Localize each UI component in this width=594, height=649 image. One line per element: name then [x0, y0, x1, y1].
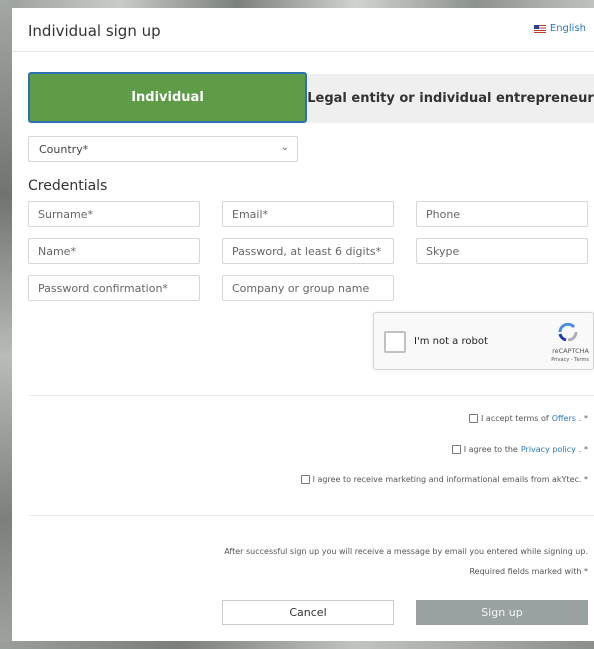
tab-legal-entity[interactable]: Legal entity or individual entrepreneur [307, 74, 594, 123]
background-top [0, 0, 594, 8]
language-selector[interactable]: English [533, 23, 586, 34]
recaptcha-logo-icon [558, 323, 578, 341]
signup-button[interactable]: Sign up [416, 600, 588, 625]
privacy-agreement: I agree to the Privacy policy. * [451, 445, 588, 454]
marketing-checkbox[interactable] [300, 475, 310, 484]
offers-checkbox[interactable] [469, 414, 479, 423]
email-input[interactable] [222, 201, 394, 227]
marketing-agreement: I agree to receive marketing and informa… [300, 475, 588, 484]
divider [28, 515, 594, 516]
chevron-down-icon: ⌄ [280, 142, 289, 153]
credentials-heading: Credentials [28, 178, 108, 194]
country-select[interactable]: Country* ⌄ [28, 136, 298, 162]
recaptcha-brand: reCAPTCHA [552, 347, 589, 355]
privacy-link[interactable]: Privacy policy [521, 445, 576, 454]
privacy-checkbox[interactable] [451, 445, 461, 454]
required-fields-note: Required fields marked with * [469, 567, 588, 576]
skype-input[interactable] [416, 238, 588, 264]
surname-input[interactable] [28, 201, 200, 227]
background-bottom [0, 641, 594, 649]
recaptcha-checkbox[interactable] [384, 331, 406, 353]
privacy-suffix: . * [578, 445, 588, 454]
signup-modal: Individual sign up English Individual Le… [12, 8, 594, 641]
password-confirmation-input[interactable] [28, 275, 200, 301]
signup-info-message: After successful sign up you will receiv… [224, 547, 588, 556]
offers-agreement: I accept terms of Offers. * [469, 414, 588, 423]
offers-prefix: I accept terms of [481, 414, 549, 423]
modal-title: Individual sign up [28, 22, 161, 40]
divider [28, 395, 594, 396]
tab-individual[interactable]: Individual [28, 72, 307, 123]
recaptcha-terms[interactable]: Privacy - Terms [551, 357, 589, 363]
background-left [0, 0, 12, 649]
modal-header: Individual sign up English [12, 8, 594, 52]
name-input[interactable] [28, 238, 200, 264]
offers-link[interactable]: Offers [552, 414, 576, 423]
language-label: English [549, 23, 586, 34]
recaptcha-label: I'm not a robot [414, 336, 488, 347]
country-select-value: Country* [39, 143, 89, 156]
offers-suffix: . * [578, 414, 588, 423]
us-flag-icon [533, 24, 546, 33]
phone-input[interactable] [416, 201, 588, 227]
password-input[interactable] [222, 238, 394, 264]
recaptcha-widget: I'm not a robot reCAPTCHA Privacy - Term… [373, 312, 594, 370]
cancel-button[interactable]: Cancel [222, 600, 394, 625]
account-type-tabs: Individual Legal entity or individual en… [28, 72, 594, 124]
company-input[interactable] [222, 275, 394, 301]
privacy-prefix: I agree to the [463, 445, 518, 454]
marketing-label: I agree to receive marketing and informa… [312, 475, 588, 484]
